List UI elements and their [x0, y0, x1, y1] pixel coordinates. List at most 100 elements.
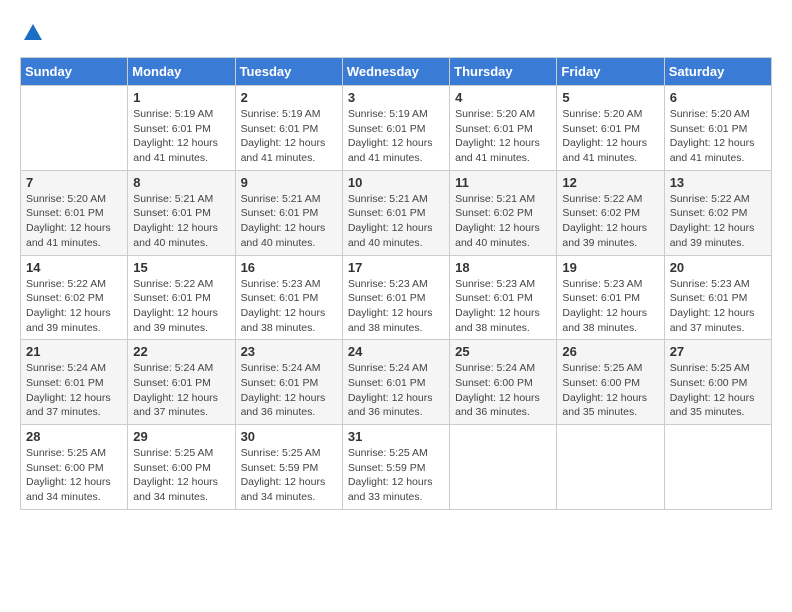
day-number: 5: [562, 90, 658, 105]
day-info: Sunrise: 5:22 AM Sunset: 6:02 PM Dayligh…: [670, 192, 766, 251]
calendar-day-cell: 14 Sunrise: 5:22 AM Sunset: 6:02 PM Dayli…: [21, 255, 128, 340]
calendar-day-cell: 23 Sunrise: 5:24 AM Sunset: 6:01 PM Dayli…: [235, 340, 342, 425]
day-number: 8: [133, 175, 229, 190]
calendar-day-cell: 12Sunrise: 5:22 AM Sunset: 6:02 PM Dayli…: [557, 170, 664, 255]
day-number: 14: [26, 260, 122, 275]
calendar-day-cell: 18 Sunrise: 5:23 AM Sunset: 6:01 PM Dayli…: [450, 255, 557, 340]
day-info: Sunrise: 5:24 AM Sunset: 6:00 PM Dayligh…: [455, 361, 551, 420]
calendar-day-cell: 8 Sunrise: 5:21 AM Sunset: 6:01 PM Daylig…: [128, 170, 235, 255]
day-info: Sunrise: 5:21 AM Sunset: 6:01 PM Dayligh…: [133, 192, 229, 251]
day-number: 27: [670, 344, 766, 359]
calendar-week-row: 21Sunrise: 5:24 AM Sunset: 6:01 PM Dayli…: [21, 340, 772, 425]
day-info: Sunrise: 5:24 AM Sunset: 6:01 PM Dayligh…: [241, 361, 337, 420]
day-info: Sunrise: 5:25 AM Sunset: 6:00 PM Dayligh…: [670, 361, 766, 420]
day-info: Sunrise: 5:23 AM Sunset: 6:01 PM Dayligh…: [348, 277, 444, 336]
calendar-day-cell: 20 Sunrise: 5:23 AM Sunset: 6:01 PM Dayli…: [664, 255, 771, 340]
calendar-day-cell: 2 Sunrise: 5:19 AM Sunset: 6:01 PM Daylig…: [235, 86, 342, 171]
day-info: Sunrise: 5:21 AM Sunset: 6:01 PM Dayligh…: [348, 192, 444, 251]
day-info: Sunrise: 5:20 AM Sunset: 6:01 PM Dayligh…: [455, 107, 551, 166]
calendar-day-cell: 10 Sunrise: 5:21 AM Sunset: 6:01 PM Dayli…: [342, 170, 449, 255]
calendar-day-header: Saturday: [664, 58, 771, 86]
day-info: Sunrise: 5:20 AM Sunset: 6:01 PM Dayligh…: [562, 107, 658, 166]
calendar-week-row: 7 Sunrise: 5:20 AM Sunset: 6:01 PM Daylig…: [21, 170, 772, 255]
calendar-header-row: SundayMondayTuesdayWednesdayThursdayFrid…: [21, 58, 772, 86]
calendar-day-cell: 22 Sunrise: 5:24 AM Sunset: 6:01 PM Dayli…: [128, 340, 235, 425]
calendar-day-cell: 25Sunrise: 5:24 AM Sunset: 6:00 PM Dayli…: [450, 340, 557, 425]
day-number: 2: [241, 90, 337, 105]
calendar-day-cell: 17Sunrise: 5:23 AM Sunset: 6:01 PM Dayli…: [342, 255, 449, 340]
calendar-day-cell: 28 Sunrise: 5:25 AM Sunset: 6:00 PM Dayli…: [21, 425, 128, 510]
day-info: Sunrise: 5:25 AM Sunset: 6:00 PM Dayligh…: [26, 446, 122, 505]
calendar-day-cell: [664, 425, 771, 510]
calendar-day-cell: 3Sunrise: 5:19 AM Sunset: 6:01 PM Daylig…: [342, 86, 449, 171]
day-info: Sunrise: 5:19 AM Sunset: 6:01 PM Dayligh…: [133, 107, 229, 166]
calendar-day-header: Thursday: [450, 58, 557, 86]
day-number: 22: [133, 344, 229, 359]
day-info: Sunrise: 5:24 AM Sunset: 6:01 PM Dayligh…: [133, 361, 229, 420]
calendar-day-cell: 6 Sunrise: 5:20 AM Sunset: 6:01 PM Daylig…: [664, 86, 771, 171]
day-number: 7: [26, 175, 122, 190]
calendar-day-cell: 31Sunrise: 5:25 AM Sunset: 5:59 PM Dayli…: [342, 425, 449, 510]
day-info: Sunrise: 5:25 AM Sunset: 5:59 PM Dayligh…: [241, 446, 337, 505]
calendar-day-header: Sunday: [21, 58, 128, 86]
calendar-day-cell: 27 Sunrise: 5:25 AM Sunset: 6:00 PM Dayli…: [664, 340, 771, 425]
day-info: Sunrise: 5:22 AM Sunset: 6:02 PM Dayligh…: [562, 192, 658, 251]
day-number: 3: [348, 90, 444, 105]
calendar-day-cell: [21, 86, 128, 171]
calendar-day-cell: 30 Sunrise: 5:25 AM Sunset: 5:59 PM Dayli…: [235, 425, 342, 510]
calendar-day-cell: 5 Sunrise: 5:20 AM Sunset: 6:01 PM Daylig…: [557, 86, 664, 171]
calendar-week-row: 28 Sunrise: 5:25 AM Sunset: 6:00 PM Dayli…: [21, 425, 772, 510]
calendar-day-cell: 1 Sunrise: 5:19 AM Sunset: 6:01 PM Daylig…: [128, 86, 235, 171]
day-info: Sunrise: 5:23 AM Sunset: 6:01 PM Dayligh…: [562, 277, 658, 336]
day-info: Sunrise: 5:23 AM Sunset: 6:01 PM Dayligh…: [455, 277, 551, 336]
calendar-day-cell: 29 Sunrise: 5:25 AM Sunset: 6:00 PM Dayli…: [128, 425, 235, 510]
calendar-day-header: Friday: [557, 58, 664, 86]
day-number: 26: [562, 344, 658, 359]
day-number: 18: [455, 260, 551, 275]
calendar-day-cell: 15Sunrise: 5:22 AM Sunset: 6:01 PM Dayli…: [128, 255, 235, 340]
day-number: 23: [241, 344, 337, 359]
day-info: Sunrise: 5:25 AM Sunset: 5:59 PM Dayligh…: [348, 446, 444, 505]
day-number: 24: [348, 344, 444, 359]
calendar-day-cell: 16Sunrise: 5:23 AM Sunset: 6:01 PM Dayli…: [235, 255, 342, 340]
calendar-day-cell: [450, 425, 557, 510]
calendar-day-cell: 13 Sunrise: 5:22 AM Sunset: 6:02 PM Dayli…: [664, 170, 771, 255]
day-info: Sunrise: 5:25 AM Sunset: 6:00 PM Dayligh…: [133, 446, 229, 505]
day-number: 28: [26, 429, 122, 444]
day-number: 29: [133, 429, 229, 444]
day-info: Sunrise: 5:19 AM Sunset: 6:01 PM Dayligh…: [241, 107, 337, 166]
day-number: 9: [241, 175, 337, 190]
day-info: Sunrise: 5:23 AM Sunset: 6:01 PM Dayligh…: [670, 277, 766, 336]
header: [20, 20, 772, 47]
calendar-day-header: Monday: [128, 58, 235, 86]
logo-icon: [22, 20, 44, 42]
calendar-day-cell: 9 Sunrise: 5:21 AM Sunset: 6:01 PM Daylig…: [235, 170, 342, 255]
day-number: 19: [562, 260, 658, 275]
calendar-day-cell: 24 Sunrise: 5:24 AM Sunset: 6:01 PM Dayli…: [342, 340, 449, 425]
day-number: 1: [133, 90, 229, 105]
calendar-day-cell: 26 Sunrise: 5:25 AM Sunset: 6:00 PM Dayli…: [557, 340, 664, 425]
calendar-day-cell: 11Sunrise: 5:21 AM Sunset: 6:02 PM Dayli…: [450, 170, 557, 255]
day-info: Sunrise: 5:20 AM Sunset: 6:01 PM Dayligh…: [26, 192, 122, 251]
day-number: 13: [670, 175, 766, 190]
calendar-table: SundayMondayTuesdayWednesdayThursdayFrid…: [20, 57, 772, 510]
day-info: Sunrise: 5:21 AM Sunset: 6:01 PM Dayligh…: [241, 192, 337, 251]
day-number: 15: [133, 260, 229, 275]
calendar-day-cell: 7 Sunrise: 5:20 AM Sunset: 6:01 PM Daylig…: [21, 170, 128, 255]
calendar-week-row: 1 Sunrise: 5:19 AM Sunset: 6:01 PM Daylig…: [21, 86, 772, 171]
calendar-day-cell: 19 Sunrise: 5:23 AM Sunset: 6:01 PM Dayli…: [557, 255, 664, 340]
day-info: Sunrise: 5:24 AM Sunset: 6:01 PM Dayligh…: [26, 361, 122, 420]
calendar-day-cell: 21Sunrise: 5:24 AM Sunset: 6:01 PM Dayli…: [21, 340, 128, 425]
day-info: Sunrise: 5:20 AM Sunset: 6:01 PM Dayligh…: [670, 107, 766, 166]
day-number: 30: [241, 429, 337, 444]
day-info: Sunrise: 5:23 AM Sunset: 6:01 PM Dayligh…: [241, 277, 337, 336]
day-number: 6: [670, 90, 766, 105]
day-info: Sunrise: 5:25 AM Sunset: 6:00 PM Dayligh…: [562, 361, 658, 420]
day-number: 10: [348, 175, 444, 190]
calendar-day-header: Wednesday: [342, 58, 449, 86]
day-info: Sunrise: 5:22 AM Sunset: 6:02 PM Dayligh…: [26, 277, 122, 336]
day-info: Sunrise: 5:24 AM Sunset: 6:01 PM Dayligh…: [348, 361, 444, 420]
calendar-day-cell: [557, 425, 664, 510]
day-number: 20: [670, 260, 766, 275]
day-number: 4: [455, 90, 551, 105]
